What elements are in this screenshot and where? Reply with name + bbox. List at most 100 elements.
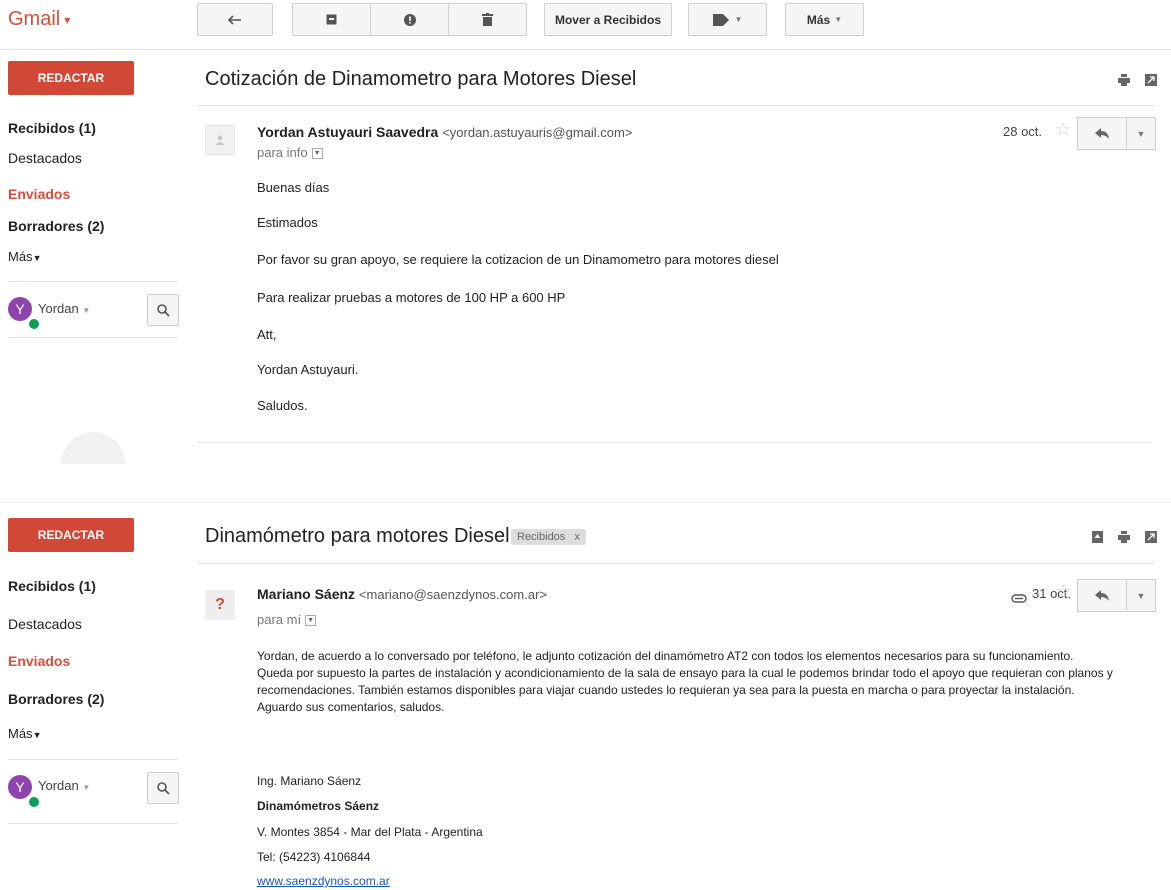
sender-email: <yordan.astuyauris@gmail.com>	[442, 125, 633, 140]
chevron-down-icon: ▼	[734, 15, 743, 24]
body-paragraph: Queda por supuesto la partes de instalac…	[257, 666, 1113, 697]
search-icon	[156, 303, 170, 317]
email-body: Yordan, de acuerdo a lo conversado por t…	[257, 648, 1137, 716]
new-window-icon[interactable]	[1145, 531, 1157, 543]
sender-name[interactable]: Mariano Sáenz <mariano@saenzdynos.com.ar…	[257, 586, 547, 602]
person-icon	[215, 135, 225, 145]
reply-button[interactable]	[1077, 579, 1127, 612]
sidebar-item-starred[interactable]: Destacados	[8, 616, 82, 632]
sender-avatar	[205, 125, 235, 155]
new-window-icon[interactable]	[1145, 74, 1157, 86]
sidebar-item-sent[interactable]: Enviados	[8, 653, 70, 669]
print-icon[interactable]	[1118, 531, 1130, 543]
sidebar-item-inbox[interactable]: Recibidos (1)	[8, 120, 96, 136]
sidebar-item-more[interactable]: Más▼	[8, 726, 41, 741]
sidebar-divider	[8, 281, 178, 282]
chevron-down-icon: ▾	[64, 12, 71, 27]
email-subject: Cotización de Dinamometro para Motores D…	[205, 68, 637, 90]
chevron-down-icon: ▼	[1136, 128, 1146, 139]
back-button[interactable]	[197, 3, 273, 36]
search-icon	[156, 781, 170, 795]
sidebar-divider	[8, 337, 178, 338]
chevron-down-icon: ▼	[1136, 590, 1146, 601]
sender-avatar: ?	[205, 590, 235, 620]
reply-button[interactable]	[1077, 117, 1127, 150]
subject-divider	[197, 563, 1155, 564]
signature-company: Dinamómetros Sáenz	[257, 799, 380, 813]
user-menu[interactable]: Yordan ▼	[38, 301, 90, 316]
reply-icon	[1095, 590, 1109, 601]
move-to-inbox-button[interactable]: Mover a Recibidos	[544, 3, 672, 36]
email-divider	[197, 442, 1152, 443]
sender-name[interactable]: Yordan Astuyauri Saavedra <yordan.astuya…	[257, 124, 632, 140]
sidebar-divider	[8, 823, 178, 824]
body-line: Buenas días	[257, 180, 330, 195]
signature-website-link[interactable]: www.saenzdynos.com.ar	[257, 874, 390, 888]
details-dropdown-icon[interactable]: ▼	[311, 148, 323, 160]
unknown-sender-icon: ?	[215, 596, 225, 613]
chevron-down-icon: ▼	[32, 730, 42, 740]
body-line: Saludos.	[257, 398, 308, 413]
sidebar-item-drafts[interactable]: Borradores (2)	[8, 691, 104, 707]
online-status-icon	[28, 796, 40, 808]
print-icon[interactable]	[1118, 74, 1130, 86]
more-options-button[interactable]: ▼	[1126, 579, 1156, 612]
remove-label-button[interactable]: x	[574, 531, 580, 543]
star-icon[interactable]: ☆	[1055, 581, 1071, 602]
chevron-down-icon: ▼	[82, 306, 91, 315]
sender-email: <mariano@saenzdynos.com.ar>	[358, 587, 547, 602]
body-line: Att,	[257, 327, 277, 342]
chevron-down-icon: ▼	[32, 253, 42, 263]
pane-separator	[0, 502, 1171, 503]
body-line: Por favor su gran apoyo, se requiere la …	[257, 252, 779, 267]
search-people-button[interactable]	[147, 294, 179, 326]
back-arrow-icon	[228, 14, 241, 25]
expand-all-icon[interactable]	[1091, 531, 1103, 543]
recipient-details[interactable]: para mí ▼	[257, 612, 317, 627]
archive-button[interactable]	[292, 3, 371, 36]
recipient-details[interactable]: para info ▼	[257, 145, 323, 160]
avatar[interactable]: Y	[8, 297, 32, 321]
body-line: Estimados	[257, 215, 318, 230]
avatar[interactable]: Y	[8, 775, 32, 799]
more-options-button[interactable]: ▼	[1126, 117, 1156, 150]
sidebar-item-sent[interactable]: Enviados	[8, 186, 70, 202]
chevron-down-icon: ▼	[82, 783, 91, 792]
signature-name: Ing. Mariano Sáenz	[257, 774, 362, 788]
user-menu[interactable]: Yordan ▼	[38, 778, 90, 793]
toolbar-divider	[0, 49, 1171, 50]
report-spam-button[interactable]	[370, 3, 449, 36]
hangouts-placeholder	[61, 432, 125, 464]
signature-phone: Tel: (54223) 4106844	[257, 850, 371, 864]
trash-icon	[482, 13, 493, 26]
label-tag-icon	[712, 13, 729, 26]
compose-button[interactable]: REDACTAR	[8, 61, 134, 95]
gmail-logo[interactable]: Gmail ▾	[8, 8, 70, 31]
search-people-button[interactable]	[147, 772, 179, 804]
reply-icon	[1095, 128, 1109, 139]
body-paragraph: Aguardo sus comentarios, saludos.	[257, 700, 445, 714]
sidebar-item-starred[interactable]: Destacados	[8, 150, 82, 166]
delete-button[interactable]	[448, 3, 527, 36]
chevron-down-icon: ▼	[834, 15, 843, 24]
body-paragraph: Yordan, de acuerdo a lo conversado por t…	[257, 649, 1074, 663]
more-actions-button[interactable]: Más ▼	[785, 3, 864, 36]
sidebar-item-more[interactable]: Más▼	[8, 249, 41, 264]
archive-icon	[326, 14, 337, 25]
star-icon[interactable]: ☆	[1055, 119, 1071, 140]
online-status-icon	[28, 318, 40, 330]
inbox-label-chip[interactable]: Recibidos x	[511, 529, 586, 545]
sidebar-item-inbox[interactable]: Recibidos (1)	[8, 578, 96, 594]
details-dropdown-icon[interactable]: ▼	[305, 615, 317, 627]
body-line: Yordan Astuyauri.	[257, 362, 359, 377]
compose-button[interactable]: REDACTAR	[8, 518, 134, 552]
signature-address: V. Montes 3854 - Mar del Plata - Argenti…	[257, 825, 483, 839]
email-subject: Dinamómetro para motores Diesel	[205, 525, 510, 547]
sidebar-divider	[8, 759, 178, 760]
attachment-icon	[1011, 590, 1027, 608]
subject-divider	[197, 105, 1155, 106]
body-line: Para realizar pruebas a motores de 100 H…	[257, 290, 566, 305]
spam-icon	[403, 13, 416, 26]
labels-button[interactable]: ▼	[688, 3, 767, 36]
sidebar-item-drafts[interactable]: Borradores (2)	[8, 218, 104, 234]
